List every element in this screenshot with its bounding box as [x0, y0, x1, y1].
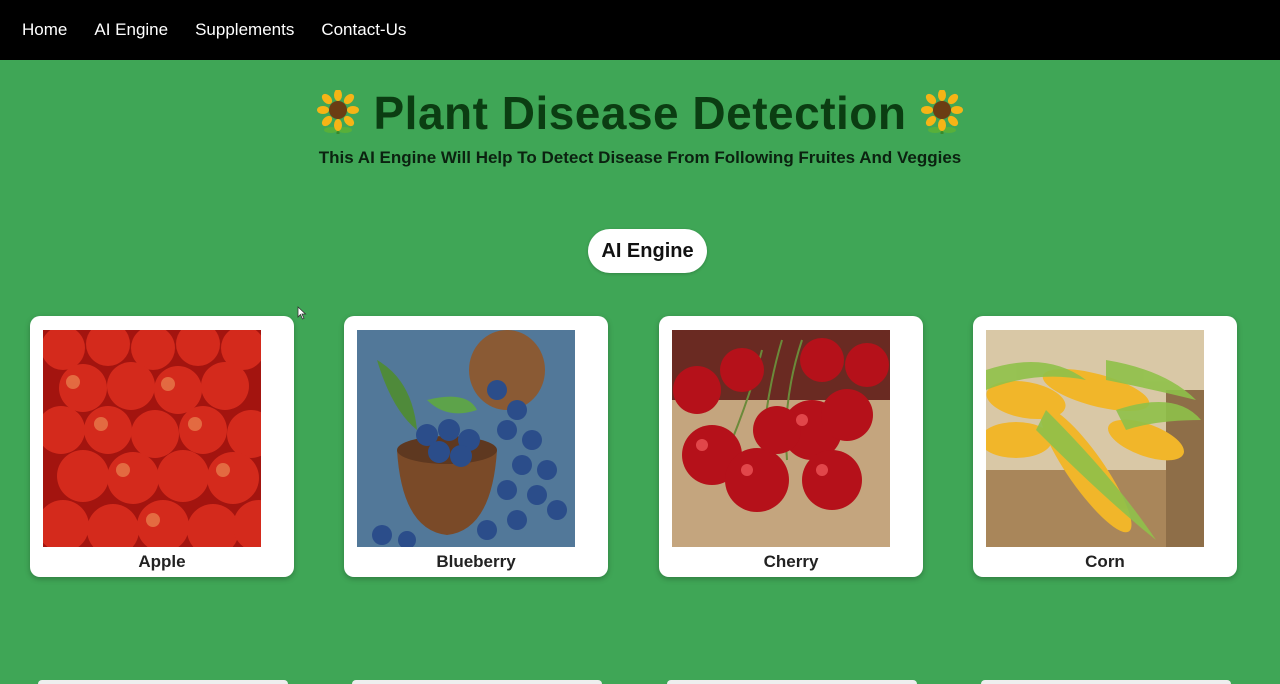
- card-apple[interactable]: Apple: [30, 316, 294, 577]
- nav-ai-engine[interactable]: AI Engine: [94, 20, 168, 40]
- apple-photo: [43, 330, 261, 547]
- nav-supplements[interactable]: Supplements: [195, 20, 294, 40]
- hero-section: Plant Disease Detection This AI Engine W…: [0, 86, 1280, 168]
- next-row-card-edge: [667, 680, 917, 684]
- card-label: Apple: [138, 552, 186, 571]
- top-navbar: Home AI Engine Supplements Contact-Us: [0, 0, 1280, 60]
- ai-engine-button[interactable]: AI Engine: [588, 229, 707, 273]
- cherry-photo: [672, 330, 890, 547]
- nav-contact-us[interactable]: Contact-Us: [321, 20, 406, 40]
- sunflower-icon: [317, 90, 360, 134]
- nav-home[interactable]: Home: [22, 20, 67, 40]
- next-row-card-edge: [38, 680, 288, 684]
- card-label: Blueberry: [436, 552, 516, 571]
- sunflower-icon: [920, 90, 963, 134]
- card-corn[interactable]: Corn: [973, 316, 1237, 577]
- card-cherry[interactable]: Cherry: [659, 316, 923, 577]
- card-label: Cherry: [763, 552, 819, 571]
- next-row-card-edge: [981, 680, 1231, 684]
- next-row-card-edge: [352, 680, 602, 684]
- card-blueberry[interactable]: Blueberry: [344, 316, 608, 577]
- card-label: Corn: [1085, 552, 1125, 571]
- page-subtitle: This AI Engine Will Help To Detect Disea…: [318, 148, 962, 167]
- blueberry-photo: [357, 330, 575, 547]
- mouse-cursor-icon: [297, 306, 307, 320]
- page-title: Plant Disease Detection: [373, 87, 907, 139]
- corn-photo: [986, 330, 1204, 547]
